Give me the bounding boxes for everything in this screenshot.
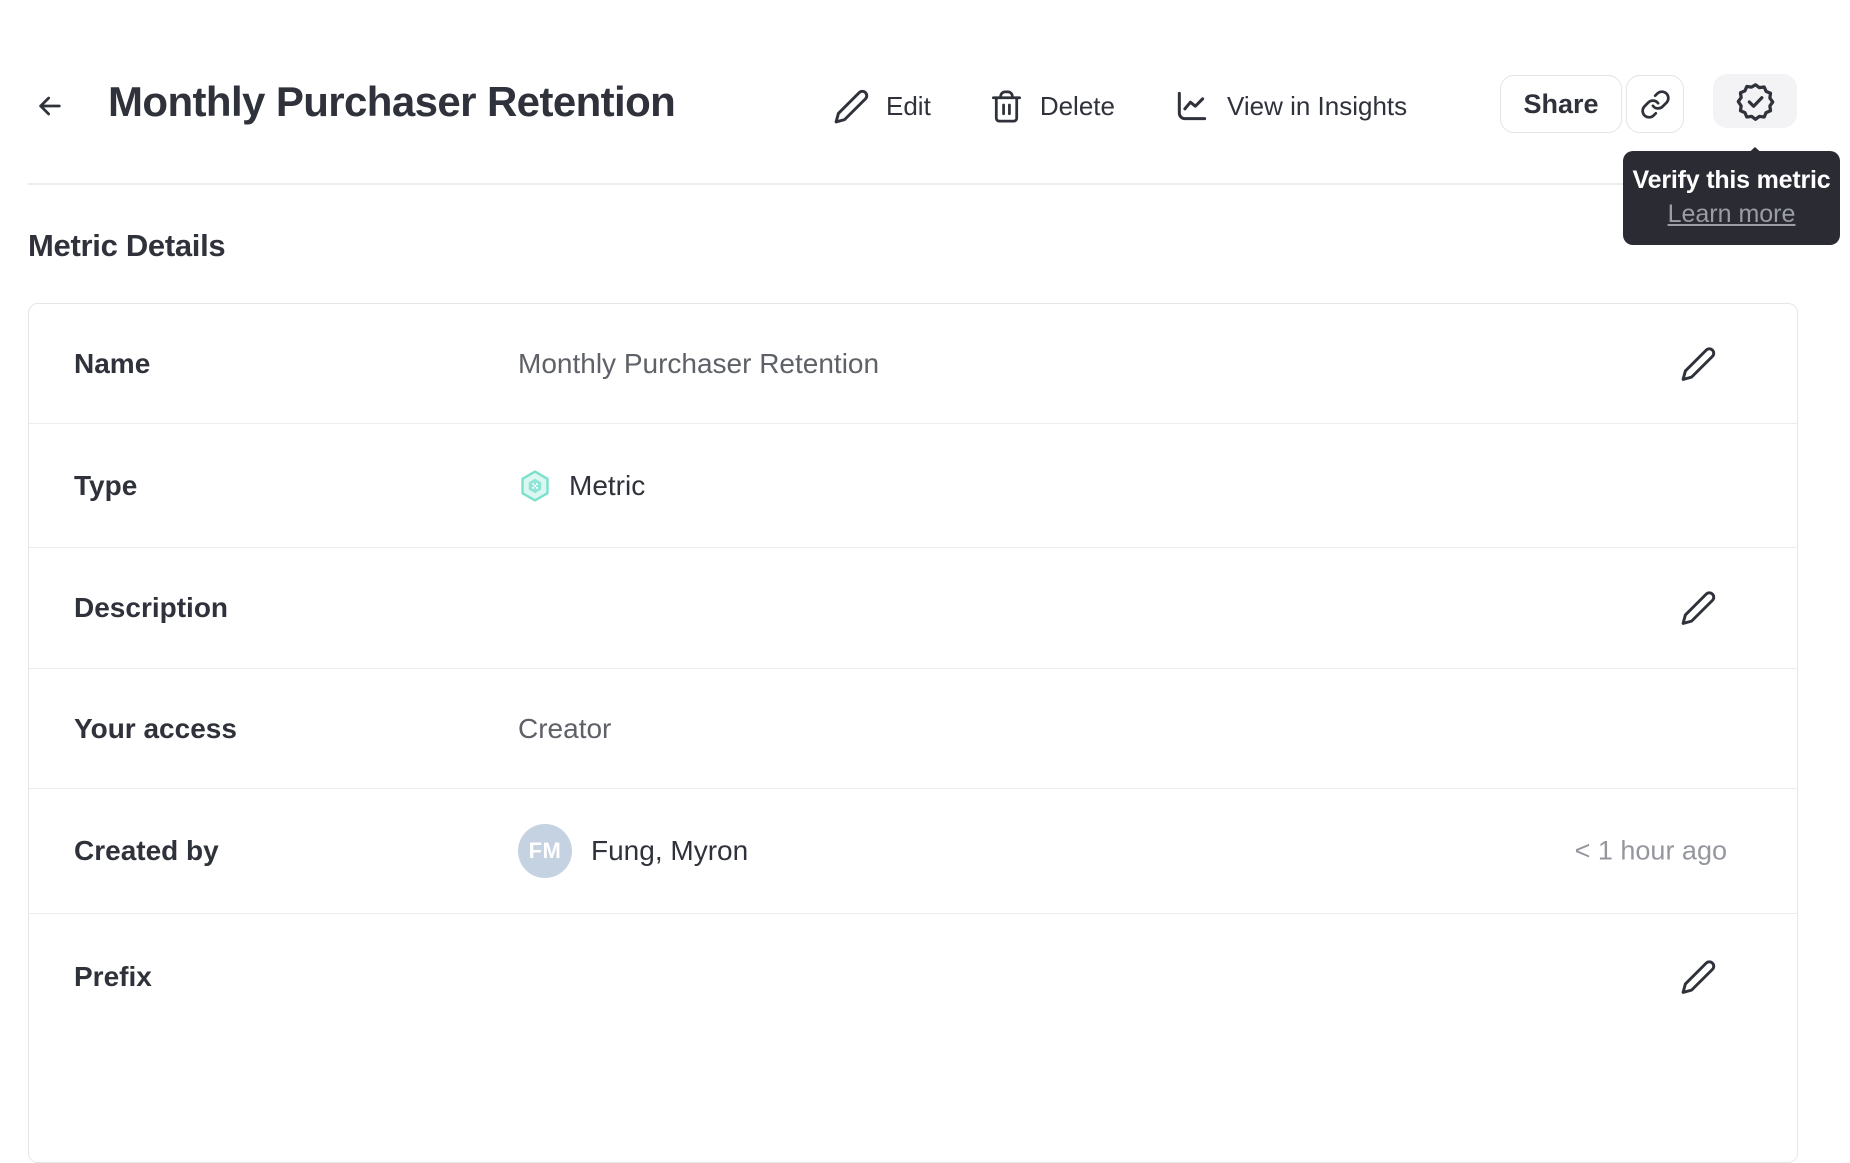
view-in-insights-label: View in Insights: [1226, 90, 1408, 121]
avatar: FM: [518, 824, 572, 878]
row-description: Description: [29, 548, 1797, 669]
row-name: Name Monthly Purchaser Retention: [29, 304, 1797, 424]
row-created-by-label: Created by: [74, 835, 219, 866]
delete-button-label: Delete: [1039, 90, 1115, 121]
row-your-access: Your access Creator: [29, 669, 1797, 789]
verify-metric-tooltip: Verify this metric Learn more: [1623, 147, 1840, 245]
row-description-label: Description: [74, 592, 229, 623]
pencil-icon: [1680, 958, 1717, 995]
edit-name-button[interactable]: [1680, 345, 1717, 382]
header-divider: [28, 183, 1822, 185]
edit-button-label: Edit: [886, 90, 931, 121]
row-your-access-value: Creator: [518, 712, 612, 744]
row-prefix-label: Prefix: [74, 960, 152, 992]
pencil-icon: [833, 88, 870, 125]
row-your-access-label: Your access: [74, 712, 237, 744]
edit-button[interactable]: Edit: [833, 88, 931, 125]
line-chart-icon: [1173, 87, 1211, 125]
row-prefix: Prefix: [29, 914, 1797, 1039]
copy-link-button[interactable]: [1626, 75, 1684, 133]
back-button[interactable]: [30, 86, 70, 126]
link-icon: [1640, 89, 1671, 120]
view-in-insights-button[interactable]: View in Insights: [1173, 87, 1407, 125]
created-by-name: Fung, Myron: [591, 835, 749, 866]
share-button[interactable]: Share: [1500, 75, 1622, 133]
page-title: Monthly Purchaser Retention: [108, 78, 676, 125]
learn-more-link[interactable]: Learn more: [1668, 200, 1796, 229]
metric-details-card: Name Monthly Purchaser Retention Type Me…: [28, 303, 1798, 1163]
row-type-label: Type: [74, 469, 138, 501]
row-type-value: Metric: [569, 469, 646, 501]
row-type: Type Metric: [29, 424, 1797, 548]
row-name-label: Name: [74, 347, 151, 379]
tooltip-title: Verify this metric: [1632, 166, 1831, 194]
section-heading: Metric Details: [28, 228, 226, 263]
pencil-icon: [1680, 590, 1717, 627]
hexagon-metric-icon: [518, 469, 552, 503]
arrow-left-icon: [34, 90, 66, 122]
header-action-bar: Edit Delete View in Insights: [833, 76, 1407, 136]
delete-button[interactable]: Delete: [989, 89, 1115, 124]
trash-icon: [989, 89, 1024, 124]
row-name-value: Monthly Purchaser Retention: [518, 347, 880, 379]
created-timestamp: < 1 hour ago: [1574, 835, 1727, 866]
verified-badge-icon: [1735, 81, 1776, 122]
row-created-by: Created by FM Fung, Myron < 1 hour ago: [29, 789, 1797, 914]
edit-description-button[interactable]: [1680, 590, 1717, 627]
share-button-label: Share: [1523, 88, 1599, 119]
verify-metric-button[interactable]: [1713, 74, 1797, 128]
edit-prefix-button[interactable]: [1680, 958, 1717, 995]
pencil-icon: [1680, 345, 1717, 382]
